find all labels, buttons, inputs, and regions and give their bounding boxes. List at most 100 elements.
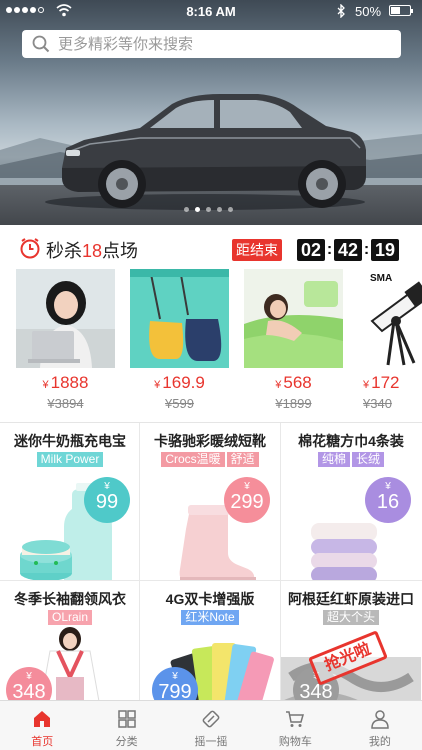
flash-price: ¥1888 [16,373,115,393]
price-badge: ¥ 348 [6,667,52,701]
tab-label: 摇一摇 [194,736,228,748]
product-tags: Milk Power [0,452,139,467]
app-root: 8:16 AM 50% 秒杀18点场 距结束 02 : 42 : 19 [0,0,422,750]
product-name: 棉花糖方巾4条装 [298,433,404,449]
product-name: 迷你牛奶瓶充电宝 [14,433,126,449]
tab-cart[interactable]: 购物车 [253,701,337,750]
battery-percentage: 50% [355,4,382,19]
cart-icon [286,711,305,727]
product-card[interactable]: 冬季长袖翻领风衣 OLrain ¥ 348 [0,581,140,701]
tab-label: 分类 [115,736,138,748]
product-tag: 超大个头 [322,610,379,625]
hero-banner[interactable]: 8:16 AM 50% [0,0,422,225]
countdown-separator: : [326,241,333,258]
countdown-hours: 02 [297,239,325,261]
flash-sale-hour: 18 [82,241,103,261]
flash-sale-list[interactable]: ¥1888 ¥3894 ¥169.9 ¥599 ¥ 568 ¥1899 SMA … [16,269,422,419]
product-image-bedding [244,269,343,368]
product-tags: 超大个头 [281,610,421,625]
price-badge: ¥ 299 [224,477,270,523]
battery-icon [389,5,413,16]
battery-level [391,7,400,14]
shake-icon [202,710,220,728]
telescope-brand-logo: SMA [370,273,392,284]
original-price: ¥340 [363,396,392,409]
original-price: ¥599 [165,396,194,411]
flash-price-value: 172 [371,373,400,392]
product-tags: OLrain [0,610,139,625]
product-image-telescope: SMA [358,269,422,368]
home-icon [34,711,51,727]
product-tag: 长绒 [352,452,385,467]
currency-symbol: ¥ [363,379,370,391]
product-tag: 红米Note [181,610,239,625]
flash-item[interactable]: ¥169.9 ¥599 [130,269,229,411]
product-price: 99 [95,491,119,513]
search-input[interactable] [58,30,388,58]
product-card[interactable]: 迷你牛奶瓶充电宝 Milk Power ¥ 99 [0,423,140,581]
flash-sale-title: 秒杀18点场 [46,237,138,263]
banner-dot[interactable] [206,207,211,212]
countdown-seconds: 19 [371,239,399,261]
flash-sale-header[interactable]: 秒杀18点场 距结束 02 : 42 : 19 [0,233,422,263]
product-price: 348 [299,681,333,701]
product-card[interactable]: 阿根廷红虾原装进口 超大个头 ¥ 348 抢光啦 [281,581,422,701]
currency-symbol: ¥ [42,379,49,391]
product-tag: Milk Power [36,452,104,467]
product-name: 卡骆驰彩暖绒短靴 [154,433,266,449]
product-tag: 舒适 [226,452,259,467]
countdown-separator: : [363,241,370,258]
user-icon [371,710,389,729]
flash-price: ¥169.9 [130,373,229,393]
product-card[interactable]: 棉花糖方巾4条装 纯棉 长绒 ¥ 16 [281,423,422,581]
product-image-bags [130,269,229,368]
price-badge: ¥ 99 [84,477,130,523]
tab-home[interactable]: 首页 [0,701,84,750]
product-price: 799 [158,681,192,701]
product-price: 16 [376,491,400,513]
flash-item[interactable]: ¥568 ¥1899 [244,269,343,411]
flash-item[interactable]: ¥1888 ¥3894 [16,269,115,411]
flash-price-value: 169.9 [162,373,205,392]
bottom-tab-bar: 首页 分类 摇一摇 购物车 我的 [0,700,422,750]
tab-profile[interactable]: 我的 [338,701,422,750]
countdown-minutes: 42 [334,239,362,261]
tab-shake[interactable]: 摇一摇 [169,701,253,750]
original-price: ¥1899 [275,396,312,411]
tab-category[interactable]: 分类 [84,701,168,750]
tab-label: 首页 [31,736,54,748]
product-card[interactable]: 4G双卡增强版 红米Note ¥ 799 [140,581,281,701]
status-bar: 8:16 AM 50% [0,0,422,22]
product-tags: 纯棉 长绒 [281,452,421,467]
flash-sale-title-suffix: 点场 [102,241,139,261]
banner-pagination[interactable] [184,207,233,212]
price-badge: ¥ 16 [365,477,411,523]
product-grid: 迷你牛奶瓶充电宝 Milk Power ¥ 99 卡骆驰彩暖绒短靴 Crocs温… [0,422,422,701]
product-price: 348 [12,681,46,701]
product-card[interactable]: 卡骆驰彩暖绒短靴 Crocs温暖 舒适 ¥ 299 [140,423,281,581]
product-name: 阿根廷红虾原装进口 [288,591,414,607]
flash-sale-section: 秒杀18点场 距结束 02 : 42 : 19 ¥ 1888 ¥3894 ¥ 1… [0,225,422,422]
product-price: 299 [230,491,264,513]
banner-dot[interactable] [195,207,200,212]
product-name: 冬季长袖翻领风衣 [14,591,126,607]
flash-sale-title-prefix: 秒杀 [46,241,82,261]
search-bar[interactable] [22,30,401,58]
banner-dot[interactable] [228,207,233,212]
original-price: ¥3894 [47,396,84,411]
flash-price: ¥568 [244,373,343,393]
product-tag: 纯棉 [317,452,350,467]
banner-dot[interactable] [217,207,222,212]
product-tags: 红米Note [140,610,280,625]
currency-symbol: ¥ [275,379,282,391]
bluetooth-icon [337,4,345,18]
alarm-clock-icon [20,238,40,259]
ends-in-label: 距结束 [232,239,282,261]
price-badge: ¥ 799 [152,667,198,701]
banner-dot[interactable] [184,207,189,212]
currency-symbol: ¥ [154,379,161,391]
flash-item[interactable]: SMA ¥172 ¥340 [358,269,422,409]
tab-label: 我的 [368,736,391,748]
product-image-laptop-woman [16,269,115,368]
category-grid-icon [117,710,136,728]
